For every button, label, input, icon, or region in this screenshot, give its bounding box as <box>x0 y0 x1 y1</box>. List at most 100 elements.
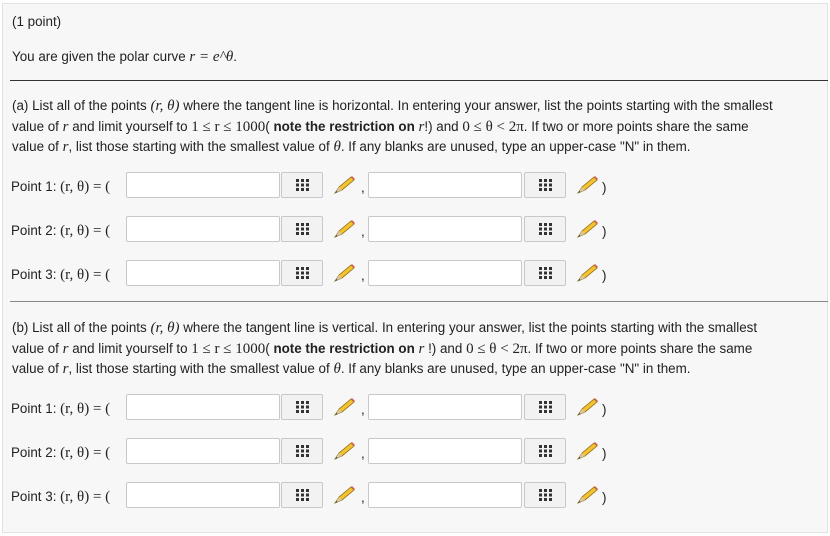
part-a-text: (a) List all of the points <box>12 98 151 113</box>
matrix-grid-icon <box>539 445 552 457</box>
theta-value-input[interactable] <box>369 173 521 197</box>
point-label: Point 2: (r, θ) = ( <box>11 443 110 463</box>
matrix-grid-button[interactable] <box>524 172 566 198</box>
part-b-text: . If any blanks are unused, type an uppe… <box>340 361 691 376</box>
r-input-container <box>126 394 280 420</box>
theta-value-input[interactable] <box>369 395 521 419</box>
matrix-grid-button[interactable] <box>281 260 323 286</box>
matrix-grid-button[interactable] <box>524 216 566 242</box>
part-a-point-1-row: Point 1: (r, θ) = ( , ) <box>0 172 830 202</box>
theta-value-input[interactable] <box>369 261 521 285</box>
part-b-math: 0 ≤ θ < 2π <box>466 341 528 357</box>
part-a-text: value of <box>12 119 63 134</box>
part-a-math: θ <box>333 139 341 155</box>
section-divider <box>10 301 828 302</box>
part-a-text: !) <box>424 119 433 134</box>
r-value-input[interactable] <box>127 217 279 241</box>
part-b-text: and limit yourself to <box>68 341 192 356</box>
part-a-text: . If any blanks are unused, type an uppe… <box>340 139 691 154</box>
part-b-math: (r, θ) <box>150 320 180 336</box>
pencil-edit-icon[interactable] <box>331 396 357 418</box>
part-a-math: (r, θ) <box>150 98 180 114</box>
comma: , <box>361 180 365 195</box>
matrix-grid-button[interactable] <box>281 394 323 420</box>
part-b-text: , list those starting with the smallest … <box>68 361 334 376</box>
r-value-input[interactable] <box>127 261 279 285</box>
r-input-container <box>126 438 280 464</box>
intro-period: . <box>233 49 237 64</box>
part-a-line3: value of r, list those starting with the… <box>12 137 691 157</box>
intro-text: You are given the polar curve <box>12 49 190 64</box>
pencil-edit-icon[interactable] <box>331 174 357 196</box>
matrix-grid-icon <box>296 401 309 413</box>
theta-input-container <box>368 216 522 242</box>
r-input-container <box>126 216 280 242</box>
point-label: Point 2: (r, θ) = ( <box>11 221 110 241</box>
matrix-grid-icon <box>296 489 309 501</box>
comma: , <box>361 224 365 239</box>
part-a-line2: value of r and limit yourself to 1 ≤ r ≤… <box>12 117 749 137</box>
part-a-text: where the tangent line is horizontal. In… <box>179 98 773 113</box>
theta-value-input[interactable] <box>369 217 521 241</box>
pencil-edit-icon[interactable] <box>574 440 600 462</box>
point-label-math: (r, θ) = ( <box>60 401 111 417</box>
pencil-edit-icon[interactable] <box>331 218 357 240</box>
part-b-point-2-row: Point 2: (r, θ) = ( , ) <box>0 438 830 468</box>
matrix-grid-button[interactable] <box>524 482 566 508</box>
pencil-edit-icon[interactable] <box>331 440 357 462</box>
theta-input-container <box>368 482 522 508</box>
theta-value-input[interactable] <box>369 439 521 463</box>
matrix-grid-button[interactable] <box>524 260 566 286</box>
matrix-grid-button[interactable] <box>524 438 566 464</box>
pencil-edit-icon[interactable] <box>331 484 357 506</box>
pencil-edit-icon[interactable] <box>331 262 357 284</box>
matrix-grid-icon <box>539 179 552 191</box>
r-value-input[interactable] <box>127 173 279 197</box>
matrix-grid-icon <box>539 489 552 501</box>
part-b-text: (b) List all of the points <box>12 320 151 335</box>
part-a-text: and limit yourself to <box>68 119 192 134</box>
part-b-text: and <box>436 341 467 356</box>
matrix-grid-icon <box>296 179 309 191</box>
matrix-grid-button[interactable] <box>524 394 566 420</box>
pencil-edit-icon[interactable] <box>574 484 600 506</box>
part-b-text: where the tangent line is vertical. In e… <box>179 320 758 335</box>
pencil-edit-icon[interactable] <box>574 262 600 284</box>
matrix-grid-icon <box>539 223 552 235</box>
comma: , <box>361 402 365 417</box>
part-b-point-3-row: Point 3: (r, θ) = ( , ) <box>0 482 830 512</box>
close-paren: ) <box>602 490 607 505</box>
matrix-grid-icon <box>296 267 309 279</box>
r-value-input[interactable] <box>127 483 279 507</box>
pencil-edit-icon[interactable] <box>574 396 600 418</box>
pencil-edit-icon[interactable] <box>574 174 600 196</box>
matrix-grid-button[interactable] <box>281 482 323 508</box>
r-input-container <box>126 172 280 198</box>
matrix-grid-button[interactable] <box>281 216 323 242</box>
comma: , <box>361 268 365 283</box>
close-paren: ) <box>602 180 607 195</box>
part-a-text: , list those starting with the smallest … <box>68 139 334 154</box>
part-a-math: 1 ≤ r ≤ 1000 <box>191 119 266 135</box>
point-label: Point 3: (r, θ) = ( <box>11 487 110 507</box>
close-paren: ) <box>602 402 607 417</box>
pencil-edit-icon[interactable] <box>574 218 600 240</box>
points-label: (1 point) <box>12 14 62 29</box>
part-a-text: and <box>432 119 463 134</box>
theta-value-input[interactable] <box>369 483 521 507</box>
part-a-bold: note the restriction on <box>273 119 419 134</box>
point-label-text: Point 2: <box>11 223 61 238</box>
close-paren: ) <box>602 446 607 461</box>
part-b-line2: value of r and limit yourself to 1 ≤ r ≤… <box>12 339 752 359</box>
r-value-input[interactable] <box>127 395 279 419</box>
matrix-grid-button[interactable] <box>281 172 323 198</box>
part-a-text: value of <box>12 139 63 154</box>
matrix-grid-button[interactable] <box>281 438 323 464</box>
r-input-container <box>126 482 280 508</box>
point-label: Point 3: (r, θ) = ( <box>11 265 110 285</box>
r-value-input[interactable] <box>127 439 279 463</box>
part-b-point-1-row: Point 1: (r, θ) = ( , ) <box>0 394 830 424</box>
point-label-math: (r, θ) = ( <box>60 267 111 283</box>
close-paren: ) <box>602 268 607 283</box>
part-a-point-3-row: Point 3: (r, θ) = ( , ) <box>0 260 830 290</box>
